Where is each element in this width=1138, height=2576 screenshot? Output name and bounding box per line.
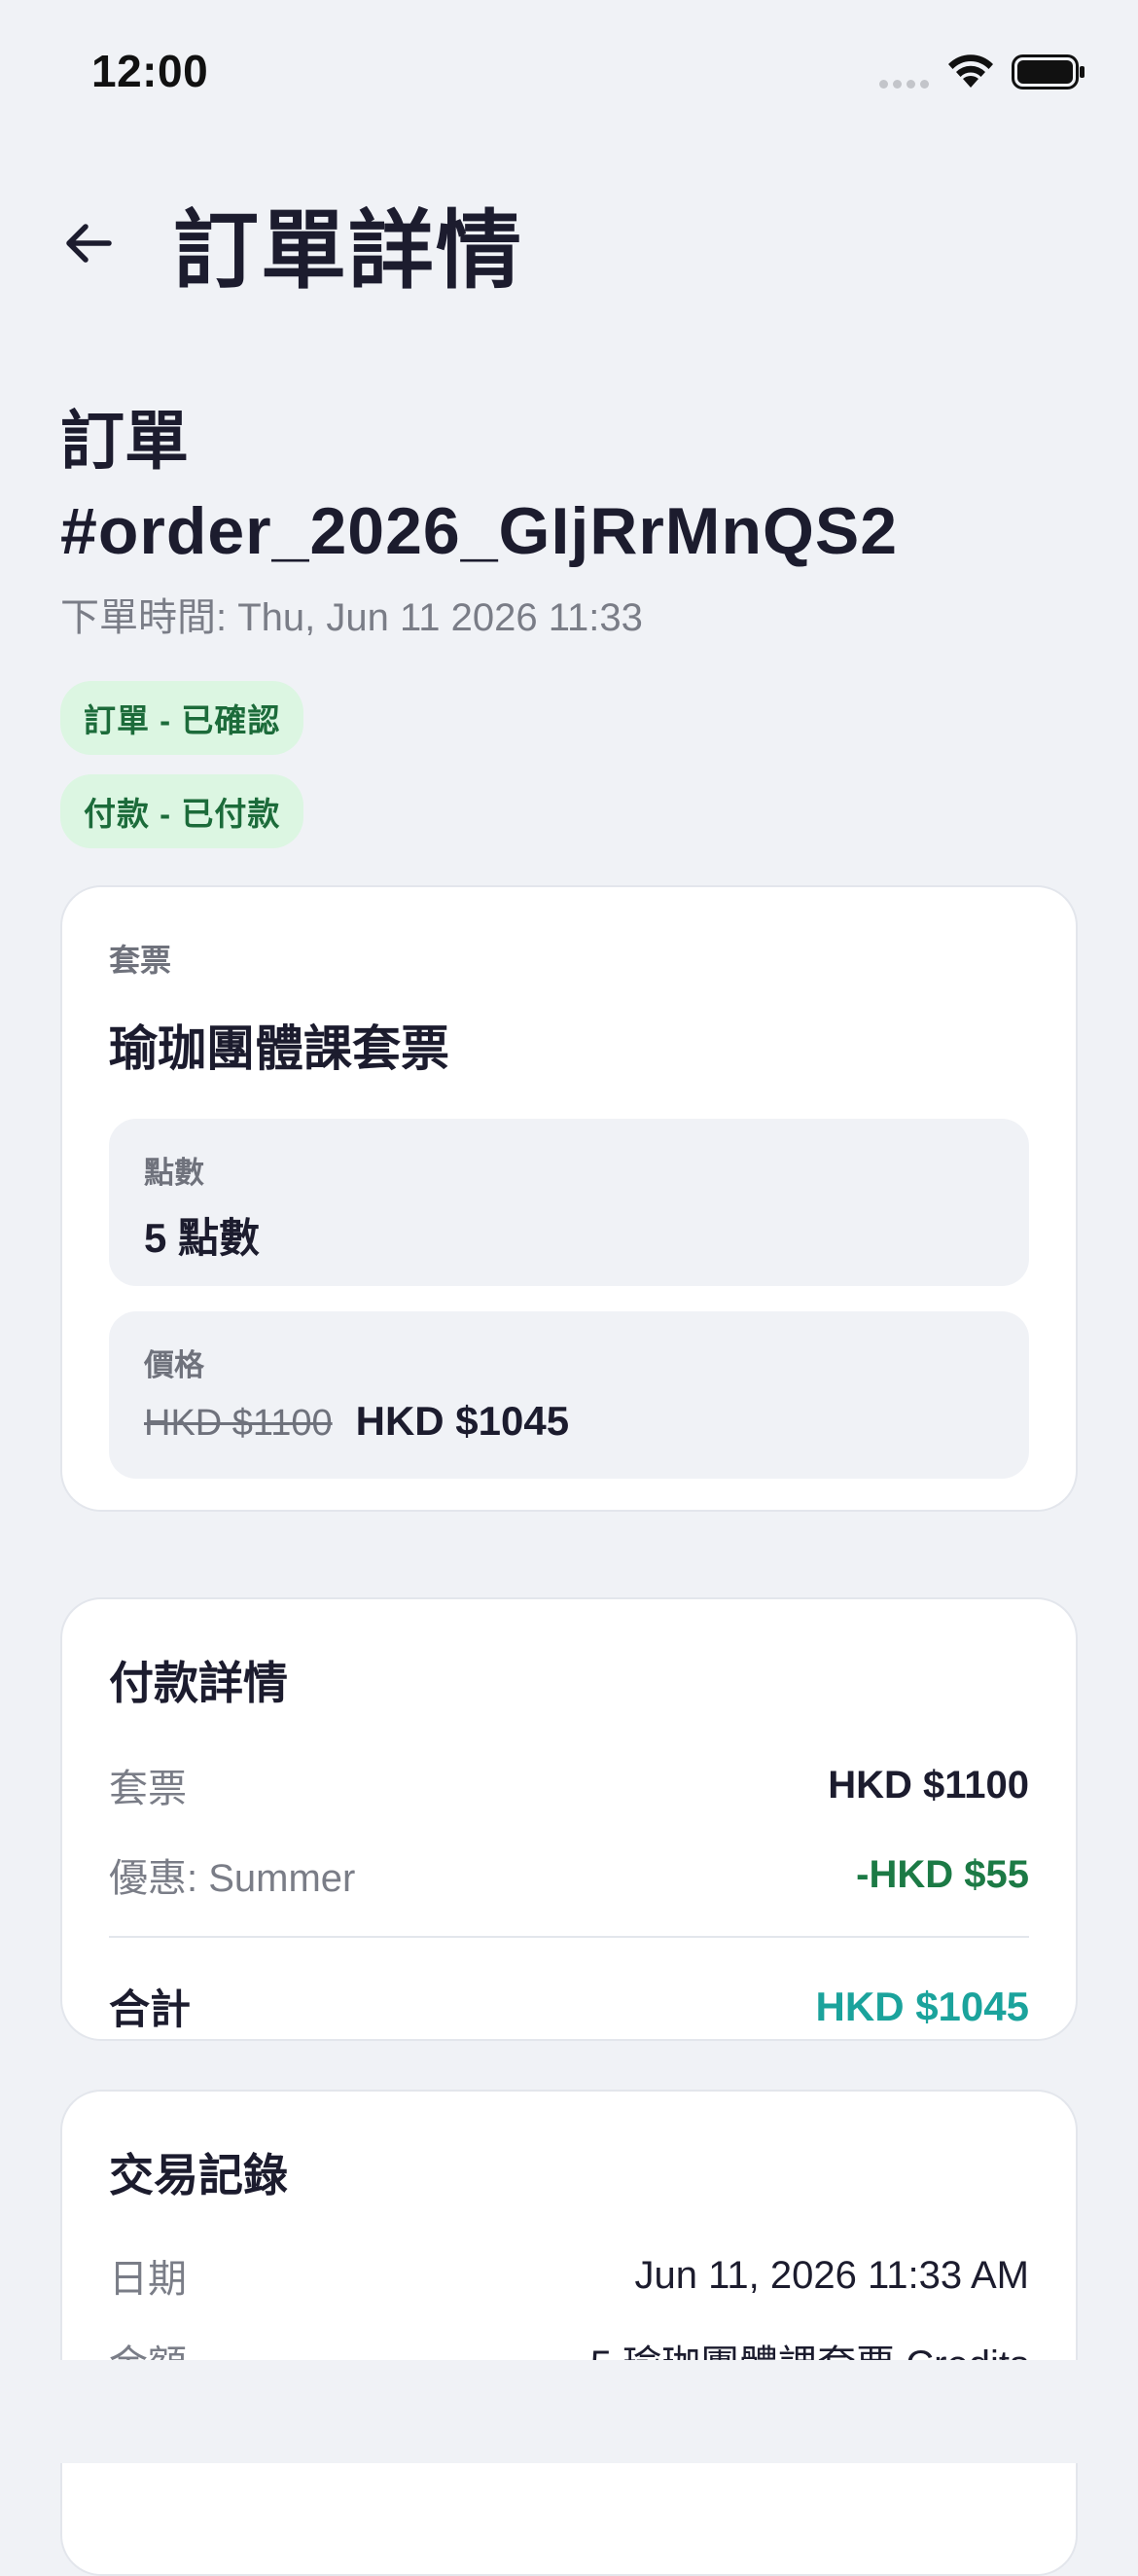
price-values: HKD $1100 HKD $1045 xyxy=(144,1398,994,1445)
battery-icon xyxy=(1012,54,1085,89)
price-box: 價格 HKD $1100 HKD $1045 xyxy=(109,1311,1029,1479)
transaction-date-value: Jun 11, 2026 11:33 AM xyxy=(634,2253,1030,2297)
order-info: 訂單 #order_2026_GIjRrMnQS2 下單時間: Thu, Jun… xyxy=(60,397,1078,848)
payment-package-row: 套票 HKD $1100 xyxy=(109,1757,1029,1813)
back-button[interactable] xyxy=(60,209,128,277)
order-label: 訂單 xyxy=(60,405,189,477)
cellular-signal-icon xyxy=(879,80,929,89)
payment-status-badge: 付款 - 已付款 xyxy=(60,774,304,848)
discount-value: -HKD $55 xyxy=(856,1852,1029,1896)
transaction-date-label: 日期 xyxy=(109,2258,187,2301)
points-value: 5 點數 xyxy=(144,1215,261,1261)
package-label: 套票 xyxy=(109,943,172,978)
order-time: 下單時間: Thu, Jun 11 2026 11:33 xyxy=(60,596,643,639)
order-id: #order_2026_GIjRrMnQS2 xyxy=(60,494,899,568)
package-name: 瑜珈團體課套票 xyxy=(109,1021,449,1076)
status-badges: 訂單 - 已確認 付款 - 已付款 xyxy=(60,681,1078,848)
header: 訂單詳情 xyxy=(60,185,1078,302)
discount-label: 優惠: Summer xyxy=(109,1857,356,1900)
package-card: 套票 瑜珈團體課套票 點數 5 點數 價格 HKD $1100 HKD $1045 xyxy=(60,885,1078,1512)
payment-details-card: 付款詳情 套票 HKD $1100 優惠: Summer -HKD $55 合計… xyxy=(60,1597,1078,2041)
page-title: 訂單詳情 xyxy=(173,201,524,299)
price-label: 價格 xyxy=(144,1348,204,1382)
payment-package-value: HKD $1100 xyxy=(828,1763,1029,1807)
status-time: 12:00 xyxy=(91,46,209,96)
wifi-icon xyxy=(948,54,993,88)
transaction-title: 交易記錄 xyxy=(109,2150,288,2200)
payment-package-label: 套票 xyxy=(109,1768,187,1810)
divider xyxy=(109,1936,1029,1938)
bottom-overlay xyxy=(0,2360,1138,2463)
transaction-date-row: 日期 Jun 11, 2026 11:33 AM xyxy=(109,2247,1029,2304)
order-status-badge: 訂單 - 已確認 xyxy=(60,681,304,755)
arrow-left-icon xyxy=(66,224,112,263)
final-price: HKD $1045 xyxy=(355,1398,570,1444)
payment-details-title: 付款詳情 xyxy=(109,1658,288,1708)
total-label: 合計 xyxy=(109,1986,192,2032)
points-label: 點數 xyxy=(144,1156,204,1190)
transaction-card: 交易記錄 日期 Jun 11, 2026 11:33 AM 金額 5 瑜珈團體課… xyxy=(60,2090,1078,2576)
payment-total-row: 合計 HKD $1045 xyxy=(109,1977,1029,2036)
points-box: 點數 5 點數 xyxy=(109,1119,1029,1286)
status-bar: 12:00 xyxy=(0,0,1138,136)
payment-discount-row: 優惠: Summer -HKD $55 xyxy=(109,1846,1029,1903)
original-price: HKD $1100 xyxy=(144,1403,333,1444)
total-value: HKD $1045 xyxy=(815,1983,1029,2029)
